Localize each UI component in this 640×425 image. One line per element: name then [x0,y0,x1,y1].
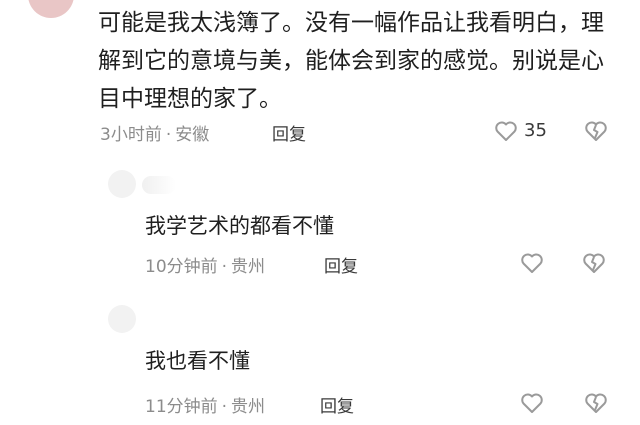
like-count: 35 [524,120,547,141]
reply-time: 10分钟前 [145,257,218,277]
reply-meta: 11分钟前 · 贵州 [145,392,265,417]
reply-button[interactable]: 回复 [272,120,306,145]
reply-avatar[interactable] [108,170,136,198]
broken-heart-icon[interactable] [584,392,608,414]
reply-location: 贵州 [231,397,266,417]
reply-username[interactable] [142,176,176,194]
reply-text: 我也看不懂 [145,349,250,373]
heart-outline-icon[interactable] [520,392,544,414]
comment-time: 3小时前 [100,125,162,145]
comment-meta: 3小时前 · 安徽 [100,120,209,145]
reply-location: 贵州 [231,257,266,277]
reply-avatar[interactable] [108,305,136,333]
meta-separator: · [221,397,228,417]
reply-button[interactable]: 回复 [320,392,354,417]
heart-outline-icon[interactable] [494,120,518,142]
broken-heart-icon[interactable] [584,120,608,142]
comment-text: 可能是我太浅簿了。没有一幅作品让我看明白，理解到它的意境与美，能体会到家的感觉。… [98,10,604,112]
reply-meta: 10分钟前 · 贵州 [145,252,265,277]
meta-separator: · [165,125,172,145]
avatar[interactable] [28,0,74,18]
broken-heart-icon[interactable] [582,252,606,274]
comment-location: 安徽 [175,125,210,145]
reply-text: 我学艺术的都看不懂 [145,214,334,238]
reply-time: 11分钟前 [145,397,218,417]
reply-button[interactable]: 回复 [324,252,358,277]
meta-separator: · [221,257,228,277]
heart-outline-icon[interactable] [520,252,544,274]
